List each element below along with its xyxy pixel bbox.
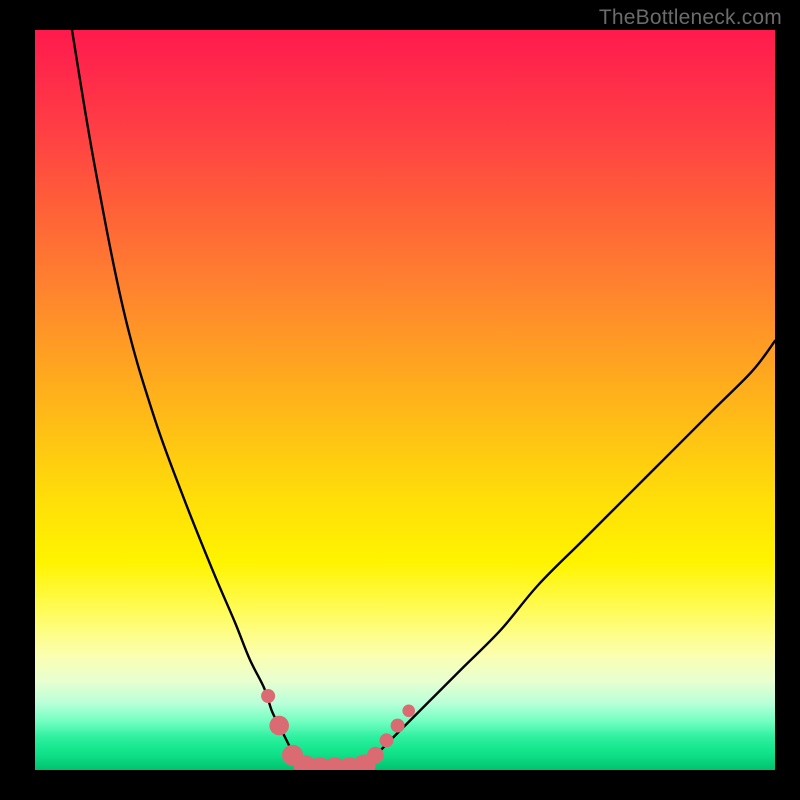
- valley-marker: [367, 747, 384, 764]
- valley-marker: [269, 716, 289, 736]
- curve-path: [72, 30, 775, 769]
- curve-layer: [35, 30, 775, 770]
- plot-area: [35, 30, 775, 770]
- watermark-text: TheBottleneck.com: [599, 6, 782, 30]
- bottleneck-curve: [72, 30, 775, 769]
- valley-markers: [261, 689, 415, 770]
- chart-frame: TheBottleneck.com: [0, 0, 800, 800]
- valley-marker: [402, 705, 415, 718]
- valley-marker: [391, 719, 405, 733]
- valley-marker: [261, 689, 275, 703]
- valley-marker: [380, 733, 394, 747]
